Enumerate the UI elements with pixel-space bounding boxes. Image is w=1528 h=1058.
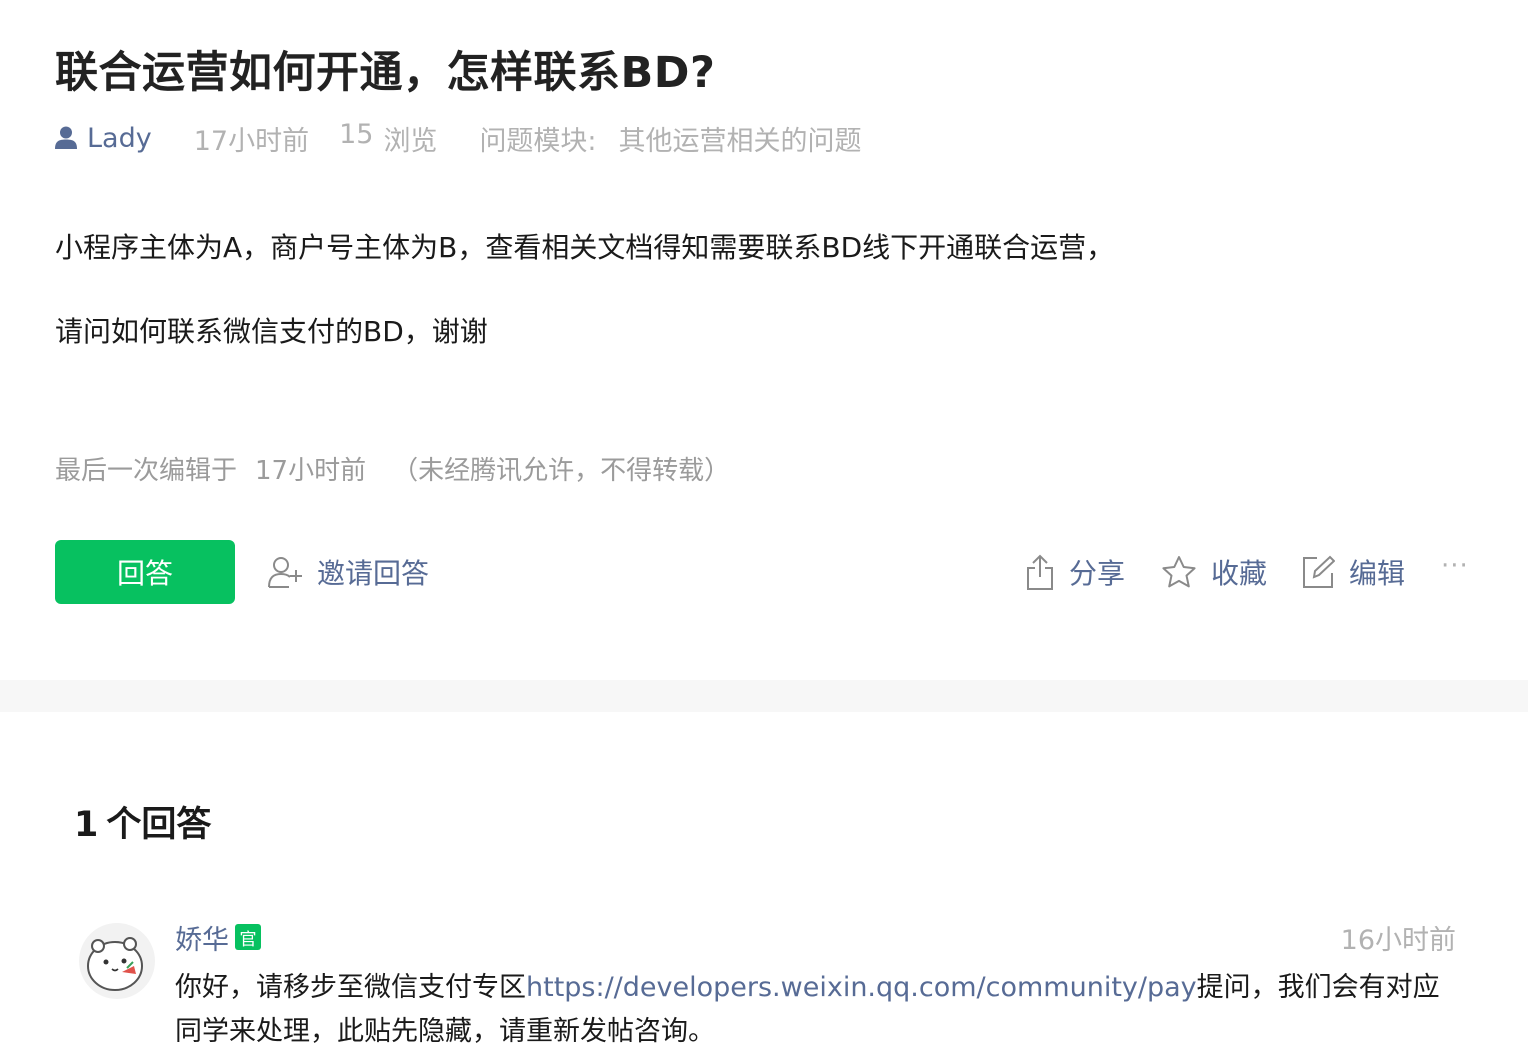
answer-text-before: 你好，请移步至微信支付专区 bbox=[175, 972, 526, 1003]
answerer-name[interactable]: 娇华 bbox=[175, 918, 229, 957]
answers-count-suffix: 个回答 bbox=[106, 805, 212, 845]
official-badge: 官 bbox=[235, 924, 261, 950]
answer-time: 16小时前 bbox=[1340, 924, 1456, 956]
author-link[interactable]: Lady bbox=[55, 123, 152, 154]
action-bar: 回答 邀请回答 分享 收藏 编辑 ··· bbox=[55, 540, 1475, 604]
copyright-note: （未经腾讯允许，不得转载） bbox=[392, 456, 731, 486]
view-count-number: 15 bbox=[339, 118, 374, 150]
answers-count: 1 bbox=[74, 805, 99, 845]
question-meta: Lady 17小时前 15 浏览 问题模块: 其他运营相关的问题 bbox=[55, 118, 862, 158]
answer-text: 你好，请移步至微信支付专区https://developers.weixin.q… bbox=[175, 966, 1456, 1054]
invite-label: 邀请回答 bbox=[317, 557, 430, 590]
answers-heading: 1 个回答 bbox=[74, 796, 211, 847]
section-divider bbox=[0, 680, 1528, 712]
answerer: 娇华 官 bbox=[175, 918, 261, 956]
question-body: 小程序主体为A，商户号主体为B，查看相关文档得知需要联系BD线下开通联合运营， … bbox=[55, 226, 1475, 350]
share-button[interactable]: 分享 bbox=[1025, 540, 1125, 604]
author-name: Lady bbox=[87, 122, 152, 154]
view-count: 15 浏览 bbox=[339, 119, 437, 158]
favorite-button[interactable]: 收藏 bbox=[1161, 540, 1267, 604]
community-pay-link[interactable]: https://developers.weixin.qq.com/communi… bbox=[526, 972, 1197, 1003]
body-paragraph: 请问如何联系微信支付的BD，谢谢 bbox=[55, 315, 488, 348]
more-button[interactable]: ··· bbox=[1441, 534, 1469, 598]
user-icon bbox=[55, 126, 77, 149]
view-count-label: 浏览 bbox=[383, 125, 438, 157]
star-icon bbox=[1162, 556, 1196, 588]
share-label: 分享 bbox=[1069, 557, 1126, 590]
page: 联合运营如何开通，怎样联系BD? Lady 17小时前 15 浏览 问题模块: … bbox=[0, 0, 1528, 1058]
edit-prefix: 最后一次编辑于 bbox=[55, 456, 238, 486]
module-link[interactable]: 其他运营相关的问题 bbox=[619, 119, 862, 158]
avatar[interactable] bbox=[78, 922, 156, 1000]
answer-item: 娇华 官 16小时前 你好，请移步至微信支付专区https://develope… bbox=[78, 918, 1456, 1058]
edit-icon bbox=[1303, 555, 1335, 588]
edit-label: 编辑 bbox=[1349, 557, 1406, 590]
invite-answer-button[interactable]: 邀请回答 bbox=[267, 540, 429, 604]
question-time: 17小时前 bbox=[193, 125, 310, 157]
answer-button[interactable]: 回答 bbox=[55, 540, 235, 604]
edit-note: 最后一次编辑于 17小时前 （未经腾讯允许，不得转载） bbox=[55, 450, 730, 487]
edit-button[interactable]: 编辑 bbox=[1301, 540, 1405, 604]
question-title: 联合运营如何开通，怎样联系BD? bbox=[55, 48, 716, 98]
add-user-icon bbox=[268, 557, 302, 588]
edit-time: 17小时前 bbox=[255, 456, 367, 486]
module-label: 问题模块: bbox=[479, 125, 597, 157]
share-icon bbox=[1027, 554, 1053, 590]
body-paragraph: 小程序主体为A，商户号主体为B，查看相关文档得知需要联系BD线下开通联合运营， bbox=[55, 231, 1115, 264]
more-icon: ··· bbox=[1441, 551, 1469, 581]
favorite-label: 收藏 bbox=[1211, 557, 1268, 590]
